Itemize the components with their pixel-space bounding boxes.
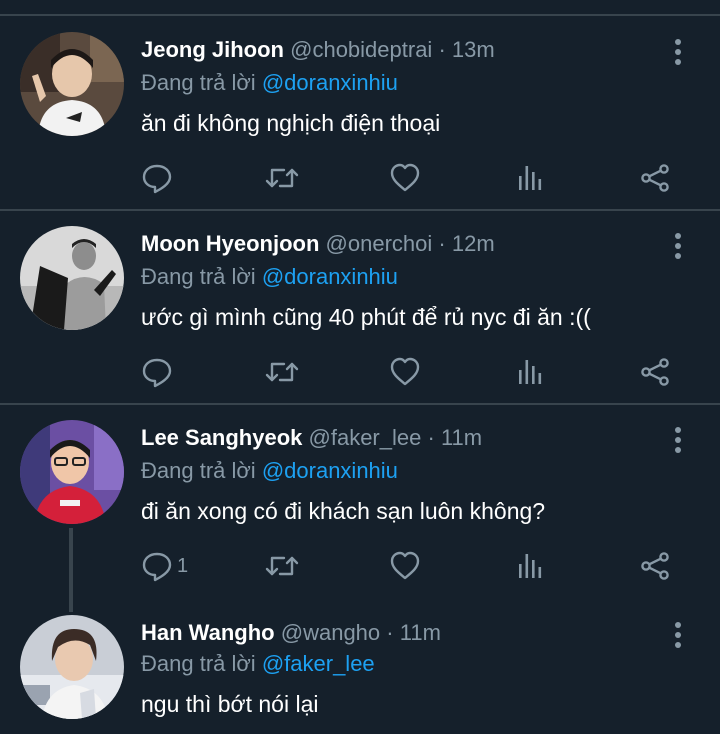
avatar-photo-icon xyxy=(20,32,124,136)
comment-bubble-icon xyxy=(142,358,172,388)
replying-to-label: Đang trả lời xyxy=(141,458,256,483)
tweet-actions: 1 xyxy=(0,546,720,586)
tweet-item[interactable]: Jeong Jihoon @chobideptrai · 13m Đang tr… xyxy=(0,0,720,210)
display-name[interactable]: Han Wangho xyxy=(141,620,275,645)
more-options-button[interactable] xyxy=(666,231,690,261)
tweet-text: ăn đi không nghịch điện thoại xyxy=(141,110,441,136)
avatar-photo-icon xyxy=(20,615,124,719)
replying-to-label: Đang trả lời xyxy=(141,651,256,676)
tweet-actions xyxy=(0,158,720,198)
share-button[interactable] xyxy=(639,352,671,392)
timestamp[interactable]: 13m xyxy=(452,37,495,62)
replying-to-line: Đang trả lời @doranxinhiu xyxy=(141,456,398,486)
avatar[interactable] xyxy=(20,615,124,719)
tweet-text: ngu thì bớt nói lại xyxy=(141,691,319,717)
more-options-button[interactable] xyxy=(666,37,690,67)
avatar[interactable] xyxy=(20,420,124,524)
tweet-header: Moon Hyeonjoon @onerchoi · 12m xyxy=(141,229,495,259)
user-handle[interactable]: @onerchoi xyxy=(326,231,433,256)
tweet-text: ước gì mình cũng 40 phút để rủ nyc đi ăn… xyxy=(141,304,591,330)
comment-bubble-icon xyxy=(142,164,172,194)
separator-dot: · xyxy=(438,231,446,256)
tweet-header: Jeong Jihoon @chobideptrai · 13m xyxy=(141,35,495,65)
stats-button[interactable] xyxy=(515,546,547,586)
like-button[interactable] xyxy=(389,158,421,198)
retweet-icon xyxy=(265,168,299,188)
tweet-actions xyxy=(0,352,720,392)
share-button[interactable] xyxy=(639,158,671,198)
avatar[interactable] xyxy=(20,226,124,330)
comment-bubble-icon xyxy=(142,552,172,582)
tweet-header: Lee Sanghyeok @faker_lee · 11m xyxy=(141,423,482,453)
retweet-button[interactable] xyxy=(264,352,300,392)
heart-icon xyxy=(390,357,420,386)
user-handle[interactable]: @wangho xyxy=(281,620,380,645)
reply-mention-link[interactable]: @doranxinhiu xyxy=(262,458,398,483)
timestamp[interactable]: 11m xyxy=(441,425,482,450)
stats-button[interactable] xyxy=(515,352,547,392)
heart-icon xyxy=(390,551,420,580)
avatar-photo-icon xyxy=(20,420,124,524)
tweet-item[interactable]: Han Wangho @wangho · 11m Đang trả lời @f… xyxy=(0,583,720,734)
vertical-dots-icon xyxy=(675,39,681,65)
replying-to-line: Đang trả lời @faker_lee xyxy=(141,649,375,679)
retweet-button[interactable] xyxy=(264,158,300,198)
display-name[interactable]: Moon Hyeonjoon xyxy=(141,231,319,256)
tweet-text: đi ăn xong có đi khách sạn luôn không? xyxy=(141,498,546,524)
separator-dot: · xyxy=(438,37,446,62)
stats-button[interactable] xyxy=(515,158,547,198)
replying-to-line: Đang trả lời @doranxinhiu xyxy=(141,68,398,98)
separator-dot: · xyxy=(386,620,394,645)
reply-button[interactable] xyxy=(141,352,177,392)
tweet-feed: Jeong Jihoon @chobideptrai · 13m Đang tr… xyxy=(0,0,720,734)
replying-to-label: Đang trả lời xyxy=(141,70,256,95)
tweet-item[interactable]: Moon Hyeonjoon @onerchoi · 12m Đang trả … xyxy=(0,194,720,404)
reply-mention-link[interactable]: @doranxinhiu xyxy=(262,264,398,289)
bar-chart-icon xyxy=(519,554,542,578)
reply-mention-link[interactable]: @doranxinhiu xyxy=(262,70,398,95)
reply-count: 1 xyxy=(177,554,189,577)
share-icon xyxy=(641,358,669,386)
display-name[interactable]: Lee Sanghyeok xyxy=(141,425,302,450)
like-button[interactable] xyxy=(389,546,421,586)
bar-chart-icon xyxy=(519,166,542,190)
tweet-item[interactable]: Lee Sanghyeok @faker_lee · 11m Đang trả … xyxy=(0,388,720,598)
reply-button[interactable] xyxy=(141,158,177,198)
display-name[interactable]: Jeong Jihoon xyxy=(141,37,284,62)
user-handle[interactable]: @chobideptrai xyxy=(290,37,432,62)
reply-mention-link[interactable]: @faker_lee xyxy=(262,651,375,676)
timestamp[interactable]: 12m xyxy=(452,231,495,256)
share-icon xyxy=(641,552,669,580)
bar-chart-icon xyxy=(519,360,542,384)
retweet-button[interactable] xyxy=(264,546,300,586)
heart-icon xyxy=(390,163,420,192)
retweet-icon xyxy=(265,556,299,576)
reply-button[interactable]: 1 xyxy=(141,546,188,586)
timestamp[interactable]: 11m xyxy=(400,620,441,645)
share-icon xyxy=(641,164,669,192)
tweet-header: Han Wangho @wangho · 11m xyxy=(141,618,441,648)
replying-to-line: Đang trả lời @doranxinhiu xyxy=(141,262,398,292)
retweet-icon xyxy=(265,362,299,382)
vertical-dots-icon xyxy=(675,233,681,259)
user-handle[interactable]: @faker_lee xyxy=(309,425,422,450)
separator-dot: · xyxy=(427,425,435,450)
more-options-button[interactable] xyxy=(666,425,690,455)
avatar-photo-icon xyxy=(20,226,124,330)
more-options-button[interactable] xyxy=(666,620,690,650)
replying-to-label: Đang trả lời xyxy=(141,264,256,289)
avatar[interactable] xyxy=(20,32,124,136)
share-button[interactable] xyxy=(639,546,671,586)
vertical-dots-icon xyxy=(675,427,681,453)
like-button[interactable] xyxy=(389,352,421,392)
vertical-dots-icon xyxy=(675,622,681,648)
